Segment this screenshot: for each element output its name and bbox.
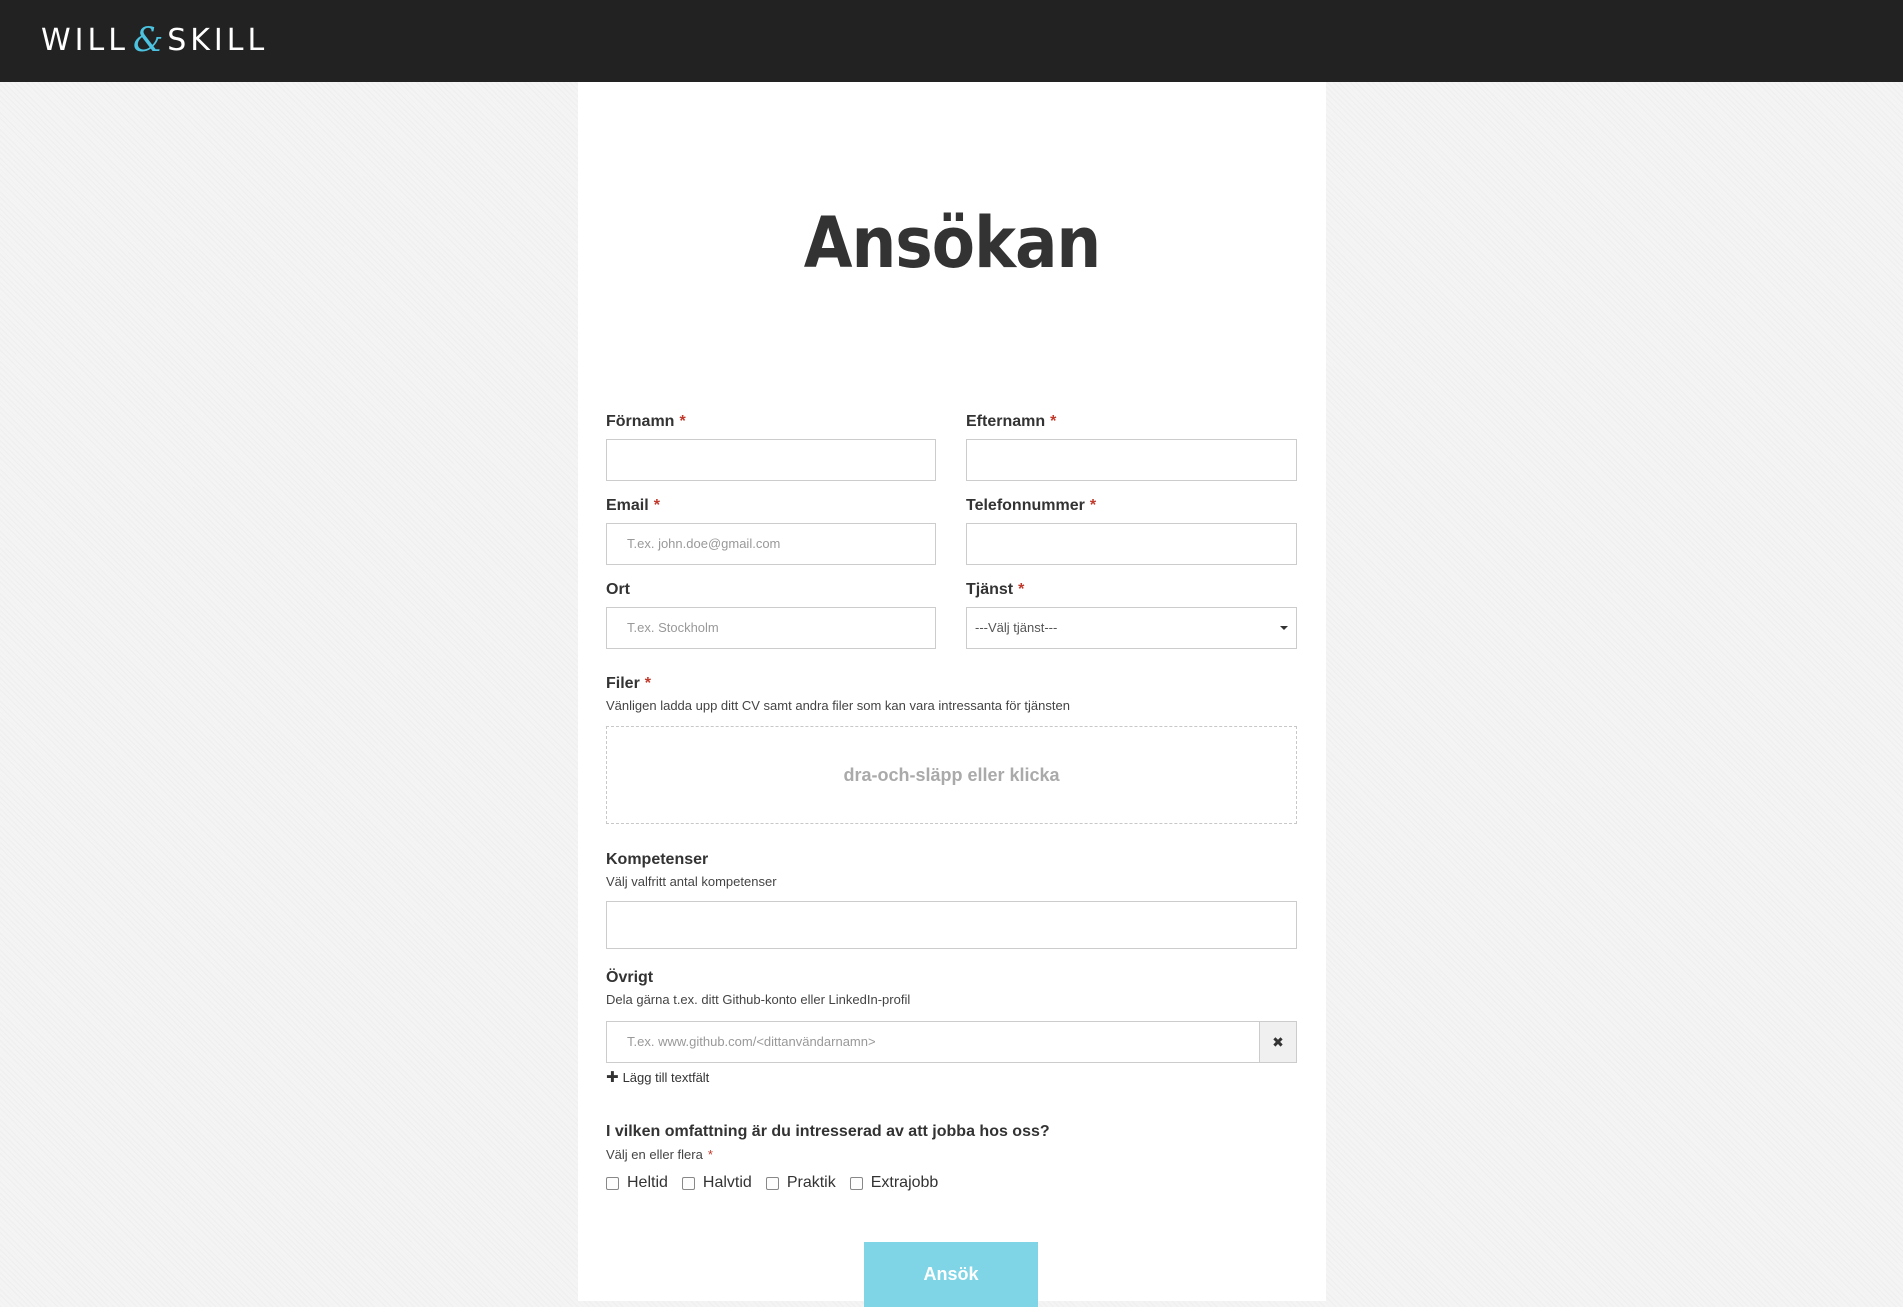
fornamn-input[interactable] — [606, 439, 936, 481]
required-marker: * — [1018, 581, 1025, 598]
filer-label: Filer * — [606, 675, 651, 693]
required-marker: * — [1050, 413, 1057, 430]
will-and-skill-logo[interactable]: WILL & SKILL — [41, 20, 268, 60]
tjanst-selected-value: ---Välj tjänst--- — [975, 620, 1058, 635]
omfattning-hint: Välj en eller flera * — [606, 1147, 713, 1162]
checkbox-heltid[interactable]: Heltid — [606, 1174, 668, 1192]
checkbox-box[interactable] — [681, 1176, 695, 1190]
checkbox-box[interactable] — [765, 1176, 779, 1190]
tjanst-label: Tjänst * — [966, 581, 1024, 599]
tjanst-label-text: Tjänst — [966, 581, 1014, 598]
efternamn-label: Efternamn * — [966, 413, 1056, 431]
add-textfield-link[interactable]: ✚ Lägg till textfält — [606, 1068, 709, 1086]
checkbox-extrajobb[interactable]: Extrajobb — [849, 1174, 939, 1192]
kompetenser-label-text: Kompetenser — [606, 851, 709, 868]
email-label: Email * — [606, 497, 660, 515]
required-marker: * — [1089, 497, 1097, 514]
telefon-label: Telefonnummer * — [966, 497, 1096, 515]
dropzone-text: dra-och-släpp eller klicka — [843, 764, 1060, 785]
ovrigt-label-text: Övrigt — [606, 969, 654, 986]
kompetenser-input[interactable] — [606, 901, 1297, 949]
email-input[interactable]: T.ex. john.doe@gmail.com — [606, 523, 936, 565]
checkbox-box[interactable] — [849, 1176, 863, 1190]
checkbox-label: Praktik — [786, 1174, 836, 1191]
checkbox-label: Halvtid — [702, 1174, 752, 1191]
add-textfield-text: Lägg till textfält — [622, 1069, 710, 1085]
submit-button[interactable]: Ansök — [864, 1242, 1038, 1307]
telefon-label-text: Telefonnummer — [966, 497, 1085, 514]
kompetenser-label: Kompetenser — [606, 851, 708, 869]
ovrigt-label: Övrigt — [606, 969, 653, 987]
checkbox-label: Extrajobb — [870, 1174, 939, 1191]
caret-down-icon — [1280, 626, 1288, 630]
fornamn-label: Förnamn * — [606, 413, 686, 431]
efternamn-input[interactable] — [966, 439, 1297, 481]
tjanst-select[interactable]: ---Välj tjänst--- — [966, 607, 1297, 649]
top-navigation-bar: WILL & SKILL — [0, 0, 1903, 82]
filer-label-text: Filer — [606, 675, 640, 692]
logo-text-left: WILL — [41, 22, 129, 58]
logo-text-right: SKILL — [167, 22, 269, 58]
filer-hint: Vänligen ladda upp ditt CV samt andra fi… — [606, 698, 1070, 713]
efternamn-label-text: Efternamn — [966, 413, 1046, 430]
required-marker: * — [707, 1147, 713, 1162]
clear-field-button[interactable]: ✖ — [1259, 1021, 1297, 1063]
close-icon: ✖ — [1272, 1033, 1284, 1050]
fornamn-label-text: Förnamn — [606, 413, 675, 430]
submit-button-label: Ansök — [923, 1264, 979, 1284]
checkbox-label: Heltid — [627, 1174, 668, 1191]
checkbox-halvtid[interactable]: Halvtid — [681, 1174, 752, 1192]
kompetenser-hint: Välj valfritt antal kompetenser — [606, 874, 777, 889]
ovrigt-hint: Dela gärna t.ex. ditt Github-konto eller… — [606, 992, 911, 1007]
plus-icon: ✚ — [606, 1069, 619, 1086]
page-title: Ansökan — [803, 202, 1102, 284]
file-dropzone[interactable]: dra-och-släpp eller klicka — [606, 726, 1297, 824]
email-label-text: Email — [606, 497, 649, 514]
checkbox-praktik[interactable]: Praktik — [765, 1174, 836, 1192]
ort-label-text: Ort — [606, 581, 630, 598]
required-marker: * — [644, 675, 652, 692]
required-marker: * — [679, 413, 686, 430]
application-form-panel: Ansökan Förnamn * Efternamn * Email * T.ex.… — [578, 82, 1326, 1307]
logo-ampersand: & — [132, 20, 164, 60]
checkbox-box[interactable] — [606, 1176, 619, 1190]
ort-input[interactable]: T.ex. Stockholm — [606, 607, 936, 649]
omfattning-question: I vilken omfattning är du intresserad av… — [606, 1123, 1050, 1140]
omfattning-checkboxes: Heltid Halvtid Praktik Extrajobb — [606, 1174, 952, 1192]
ovrigt-input[interactable]: T.ex. www.github.com/<dittanvändarnamn> — [606, 1021, 1260, 1063]
telefon-input[interactable] — [966, 523, 1297, 565]
omfattning-hint-text: Välj en eller flera — [606, 1147, 703, 1162]
ort-label: Ort — [606, 581, 630, 599]
required-marker: * — [653, 497, 660, 514]
